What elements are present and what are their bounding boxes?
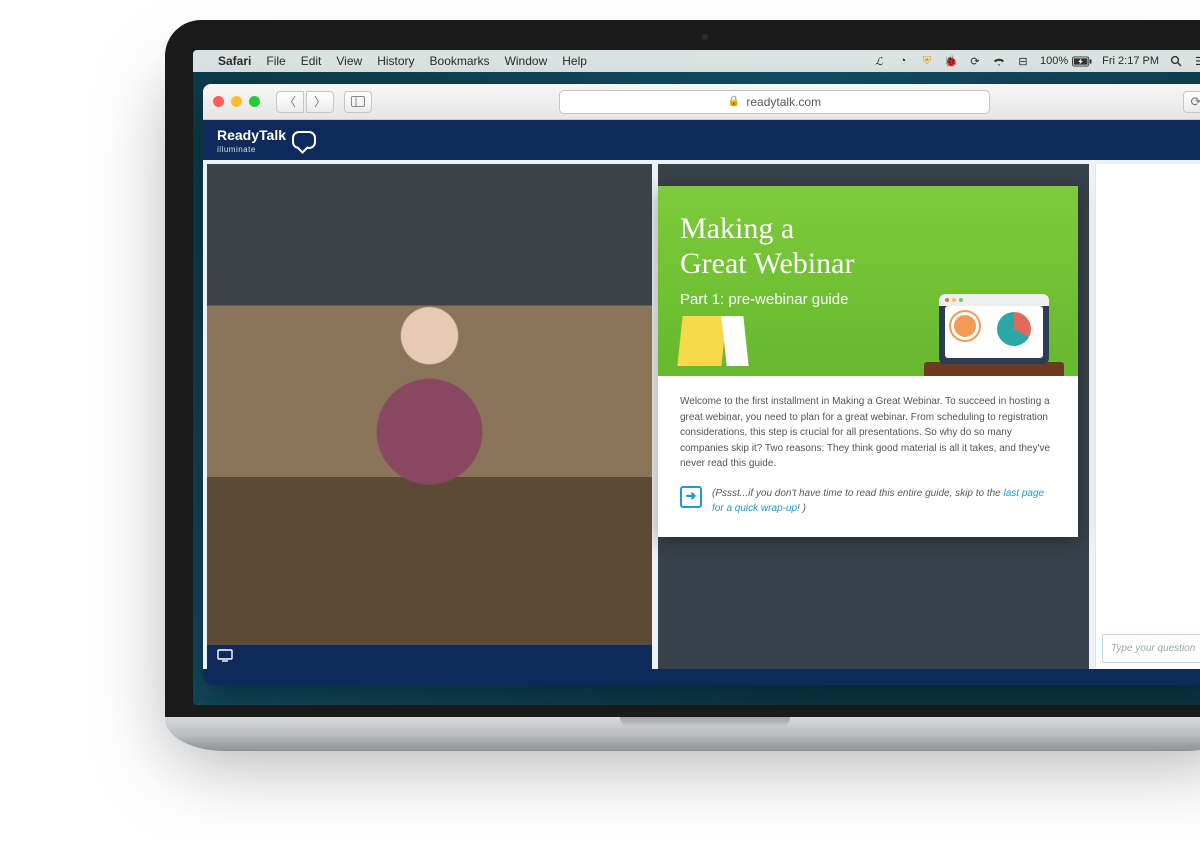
laptop-notch: [620, 717, 790, 727]
menubar-extra-drive-icon[interactable]: ◔: [896, 55, 910, 67]
menubar-sync-icon[interactable]: ⟳: [968, 55, 982, 68]
reload-button[interactable]: ⟳: [1183, 91, 1200, 113]
menubar-battery[interactable]: 100%: [1040, 55, 1092, 67]
doc-intro: Welcome to the first installment in Maki…: [680, 394, 1056, 472]
notifications-icon[interactable]: ☰: [1193, 55, 1200, 68]
macos-menubar: Safari File Edit View History Bookmarks …: [193, 50, 1200, 72]
close-window-button[interactable]: [213, 96, 224, 107]
menubar-extra-script-icon[interactable]: ℒ: [872, 55, 886, 68]
menu-edit[interactable]: Edit: [301, 54, 322, 68]
doc-tip: ➜ (Pssst...if you don't have time to rea…: [680, 486, 1056, 517]
menubar-app-name[interactable]: Safari: [218, 54, 251, 68]
logo-sub: illuminate: [217, 145, 286, 154]
webcam-dot: [702, 34, 708, 40]
video-placeholder: [207, 164, 652, 669]
menu-bookmarks[interactable]: Bookmarks: [430, 54, 490, 68]
zoom-window-button[interactable]: [249, 96, 260, 107]
logo-brand: ReadyTalk: [217, 127, 286, 143]
menubar-clock[interactable]: Fri 2:17 PM: [1102, 55, 1159, 67]
safari-window: 〈 〉 🔒 readytalk.com ⟳: [203, 84, 1200, 685]
desktop-screen: Safari File Edit View History Bookmarks …: [193, 50, 1200, 705]
app-logo[interactable]: ReadyTalk illuminate: [217, 127, 316, 154]
address-bar[interactable]: 🔒 readytalk.com: [559, 90, 991, 114]
macbook-frame: Safari File Edit View History Bookmarks …: [165, 20, 1200, 751]
laptop-base: [165, 717, 1200, 751]
screen-bezel: Safari File Edit View History Bookmarks …: [165, 20, 1200, 717]
questions-panel: Type your question: [1095, 164, 1200, 669]
question-input[interactable]: Type your question: [1102, 634, 1200, 663]
slide-panel: Making a Great Webinar Part 1: pre-webin…: [658, 164, 1089, 669]
app-footer: [203, 669, 1200, 685]
menu-help[interactable]: Help: [562, 54, 587, 68]
screen-share-icon[interactable]: [217, 649, 233, 665]
window-controls: [213, 96, 260, 107]
back-button[interactable]: 〈: [276, 91, 304, 113]
pie-chart-icon: [997, 312, 1031, 346]
presenter-video[interactable]: [207, 164, 652, 669]
menubar-wifi-icon[interactable]: [992, 56, 1006, 67]
spotlight-icon[interactable]: [1169, 55, 1183, 67]
menubar-extra-ladybug-icon[interactable]: 🐞: [944, 55, 958, 68]
minimize-window-button[interactable]: [231, 96, 242, 107]
safari-toolbar: 〈 〉 🔒 readytalk.com ⟳: [203, 84, 1200, 120]
avatar-icon: [951, 312, 979, 340]
hero-illustration: [924, 294, 1064, 376]
forward-button[interactable]: 〉: [306, 91, 334, 113]
webapp: ReadyTalk illuminate: [203, 120, 1200, 685]
menu-view[interactable]: View: [336, 54, 362, 68]
doc-hero: Making a Great Webinar Part 1: pre-webin…: [658, 186, 1078, 376]
speech-bubble-icon: [292, 131, 316, 149]
document-page[interactable]: Making a Great Webinar Part 1: pre-webin…: [658, 186, 1078, 537]
brochure-icon: [677, 316, 726, 366]
safari-sidebar-button[interactable]: [344, 91, 372, 113]
address-url: readytalk.com: [746, 95, 821, 109]
lock-icon: 🔒: [728, 96, 740, 107]
battery-percent: 100%: [1040, 55, 1068, 67]
app-body: Making a Great Webinar Part 1: pre-webin…: [203, 160, 1200, 669]
skip-icon: ➜: [680, 486, 702, 508]
app-header: ReadyTalk illuminate: [203, 120, 1200, 160]
menubar-extra-shield-icon[interactable]: ⛨: [920, 55, 934, 68]
menu-history[interactable]: History: [377, 54, 414, 68]
menu-window[interactable]: Window: [505, 54, 548, 68]
doc-title: Making a Great Webinar: [680, 212, 1056, 281]
menu-file[interactable]: File: [266, 54, 285, 68]
menubar-toggle-icon[interactable]: ⊟: [1016, 55, 1030, 68]
